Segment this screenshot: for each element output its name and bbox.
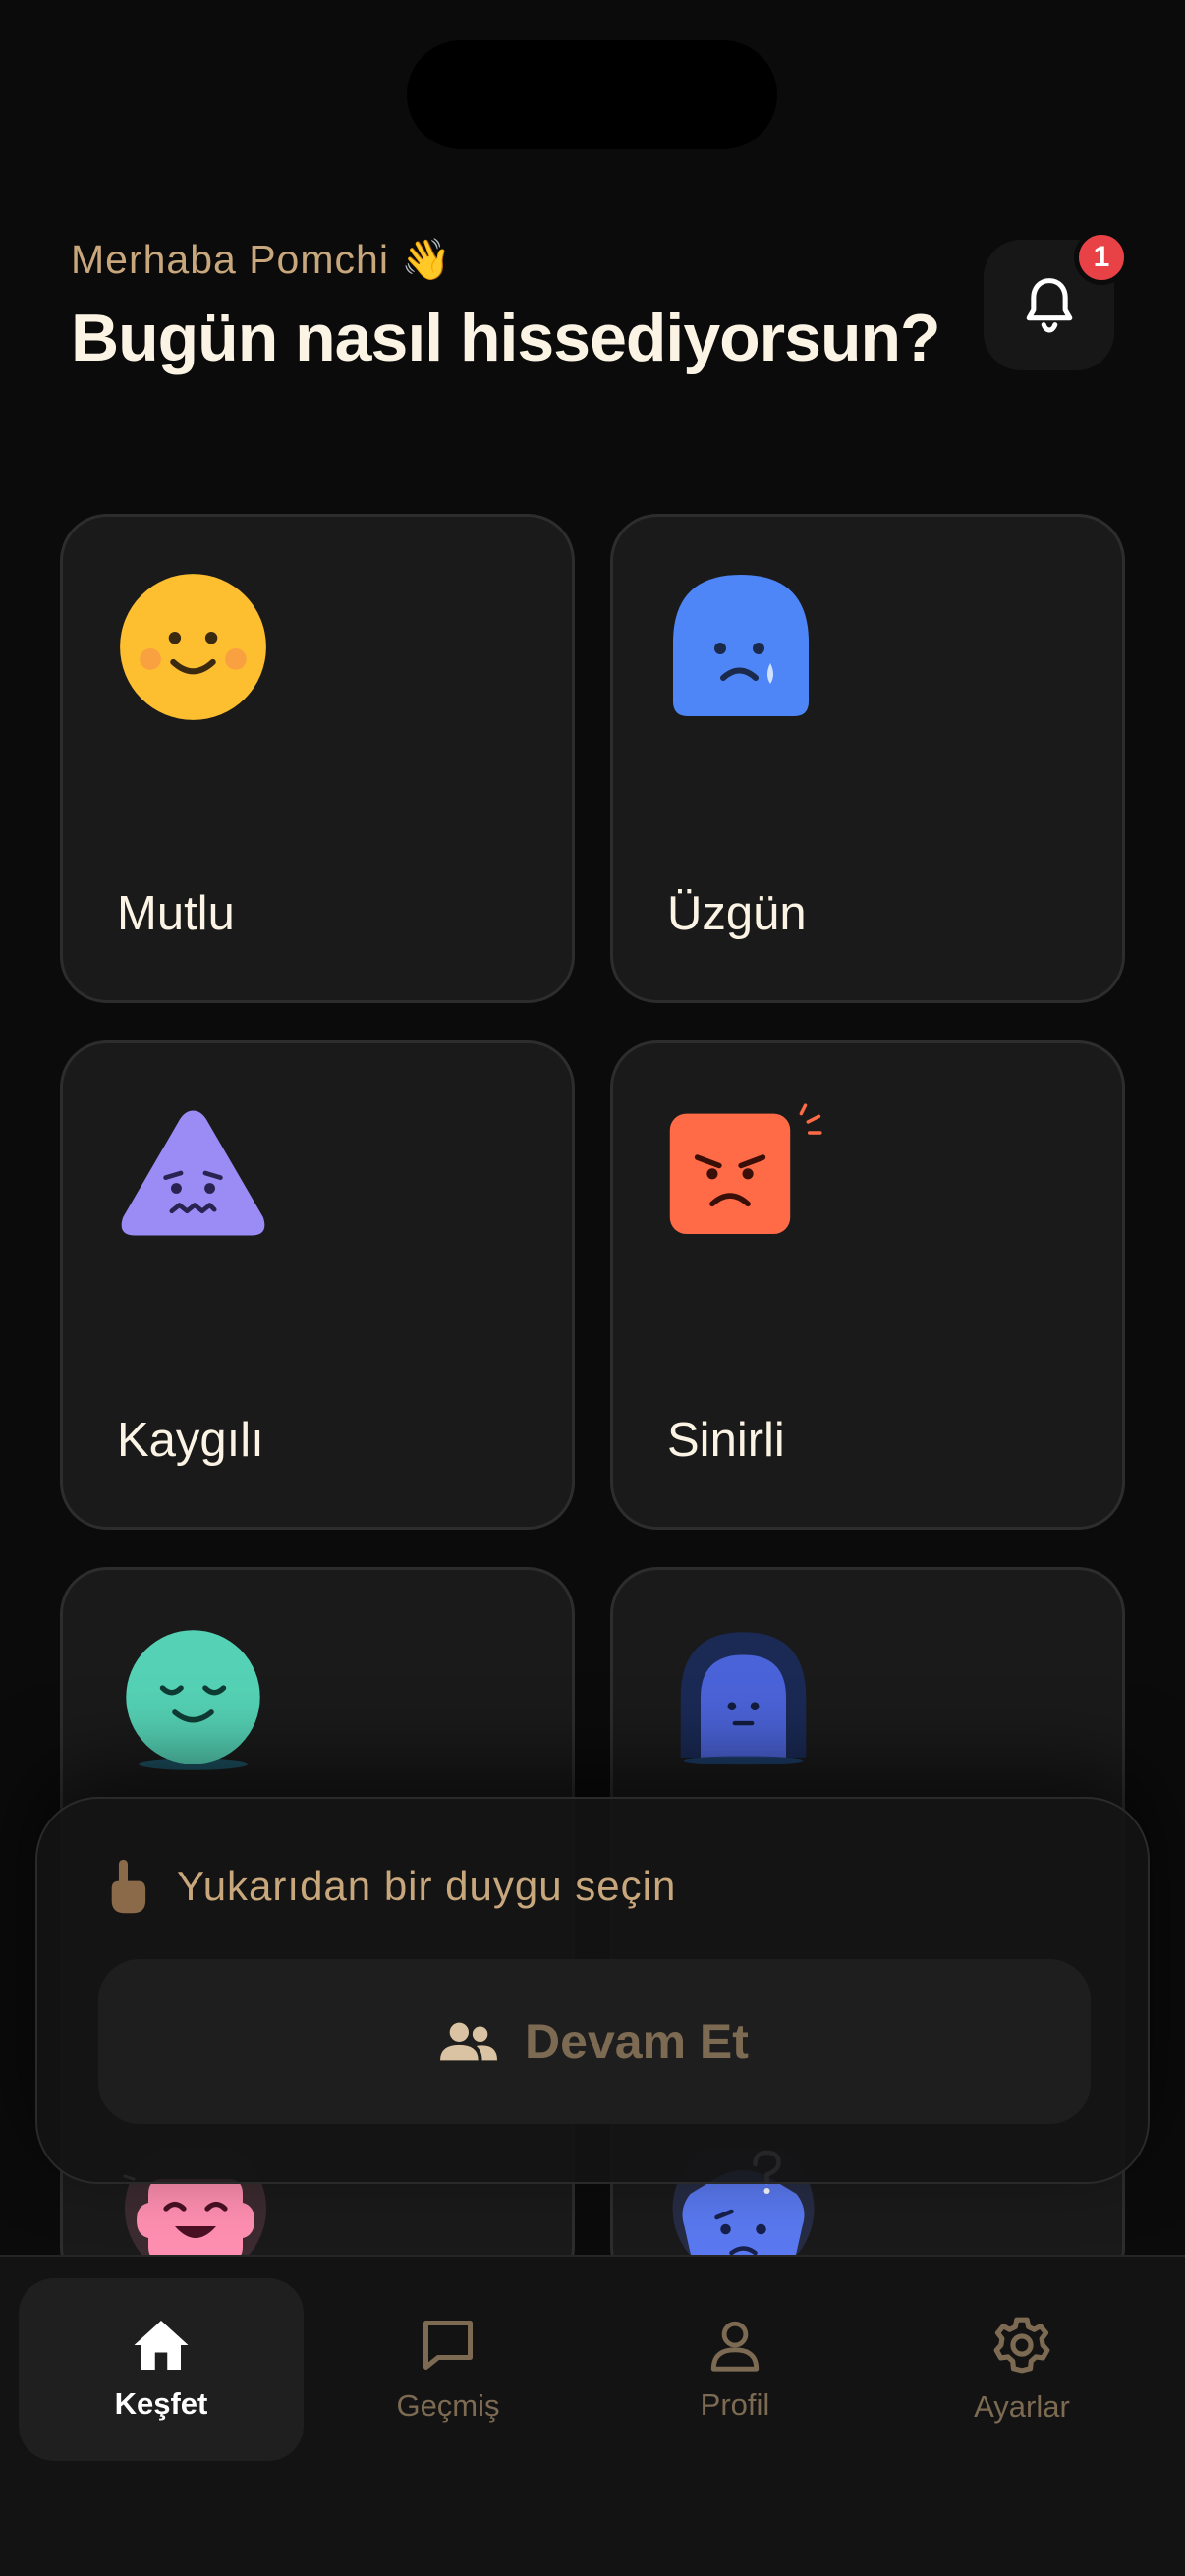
hint-text: Yukarıdan bir duygu seçin xyxy=(177,1863,677,1909)
mood-label: Üzgün xyxy=(667,887,807,940)
notification-badge: 1 xyxy=(1074,230,1129,285)
selection-hint: Yukarıdan bir duygu seçin xyxy=(106,1858,676,1915)
angry-face-icon xyxy=(669,1103,822,1234)
selection-sheet: Yukarıdan bir duygu seçin Devam Et xyxy=(35,1797,1150,2184)
bell-icon xyxy=(1026,277,1072,332)
mood-label: Kaygılı xyxy=(117,1414,264,1467)
mood-card-mutlu[interactable]: Mutlu xyxy=(60,514,575,1003)
tab-kesfet[interactable]: Keşfet xyxy=(19,2278,304,2461)
mood-card-sinirli[interactable]: Sinirli xyxy=(610,1040,1125,1530)
continue-label: Devam Et xyxy=(525,2014,749,2069)
mood-label: Sinirli xyxy=(667,1414,785,1467)
group-icon xyxy=(440,2022,498,2061)
page-title: Bugün nasıl hissediyorsun? xyxy=(71,301,941,375)
anxious-face-icon xyxy=(121,1110,265,1236)
mood-card-uzgun[interactable]: Üzgün xyxy=(610,514,1125,1003)
mood-card-kaygili[interactable]: Kaygılı xyxy=(60,1040,575,1530)
tab-profil[interactable]: Profil xyxy=(592,2278,877,2461)
user-icon xyxy=(710,2321,760,2372)
wave-emoji: 👋 xyxy=(401,236,453,283)
pointing-hand-icon xyxy=(111,1859,146,1914)
dynamic-island xyxy=(407,40,777,149)
greeting-text: Merhaba Pomchi xyxy=(71,237,389,282)
greeting: Merhaba Pomchi 👋 xyxy=(71,236,452,284)
tab-ayarlar[interactable]: Ayarlar xyxy=(879,2278,1164,2461)
tab-label: Keşfet xyxy=(114,2386,208,2421)
tab-label: Geçmiş xyxy=(396,2388,500,2423)
tab-label: Profil xyxy=(700,2387,770,2422)
settings-icon xyxy=(993,2317,1050,2374)
calm-face-icon xyxy=(126,1630,260,1770)
happy-face-icon xyxy=(120,574,266,720)
sad-face-icon xyxy=(673,575,809,716)
lonely-face-icon xyxy=(680,1632,807,1765)
mood-label: Mutlu xyxy=(117,887,235,940)
tab-gecmis[interactable]: Geçmiş xyxy=(306,2278,591,2461)
bottom-navigation: Keşfet Geçmiş Profil Ayarlar xyxy=(0,2255,1185,2576)
home-icon xyxy=(134,2321,189,2370)
chat-icon xyxy=(423,2321,473,2370)
tab-label: Ayarlar xyxy=(974,2389,1070,2424)
continue-button[interactable]: Devam Et xyxy=(98,1959,1091,2124)
